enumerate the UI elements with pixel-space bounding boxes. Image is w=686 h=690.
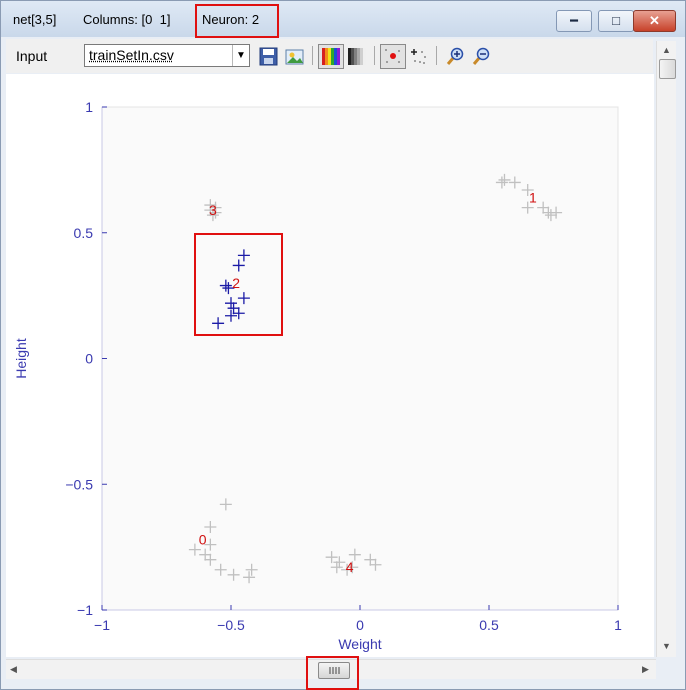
toolbar-separator [436,46,437,65]
selected-cluster-highlight [194,233,283,336]
show-points-icon [411,49,426,64]
y-tick-label: −1 [77,602,93,618]
plot-area[interactable]: −1 −0.5 0 0.5 1 −1 −0.5 0 0.5 1 Weight Height 0 1 2 3 4 [6,74,654,657]
file-select[interactable]: trainSetIn.csv ▼ [84,44,250,67]
app-window: net[3,5] Columns: [0 1] Neuron: 2 ━ □ ✕ … [0,0,686,690]
x-tick-label: −1 [94,617,110,633]
neuron-label-0: 0 [199,532,207,548]
maximize-icon: □ [612,13,620,28]
neuron-label-3: 3 [209,202,217,218]
scatter-chart: −1 −0.5 0 0.5 1−1−0.500.51WeightHeight01234 [13,99,622,652]
scroll-down-icon[interactable]: ▼ [662,641,671,651]
close-button[interactable]: ✕ [633,10,676,32]
scroll-up-icon[interactable]: ▲ [662,45,671,55]
open-image-icon [285,49,304,65]
columns-label: Columns: [0 1] [83,12,171,27]
chevron-down-icon[interactable]: ▼ [232,45,249,66]
show-neurons-icon [385,49,400,63]
show-points-button[interactable] [406,44,432,69]
y-axis-label: Height [13,338,29,379]
x-axis-label: Weight [338,636,381,652]
vertical-scrollbar[interactable]: ▲ ▼ [656,41,676,657]
y-tick-label: 0 [85,351,93,367]
file-select-value: trainSetIn.csv [89,47,174,63]
save-icon [259,47,278,66]
maximize-button[interactable]: □ [598,10,634,32]
neuron-label-1: 1 [529,190,537,206]
neuron-label-4: 4 [346,559,354,575]
save-button[interactable] [256,44,282,69]
color-palette-button[interactable] [318,44,344,69]
scroll-left-icon[interactable]: ◀ [10,664,17,675]
zoom-in-icon [446,47,464,65]
grayscale-palette-button[interactable] [344,44,370,69]
y-tick-label: −0.5 [65,476,93,492]
zoom-in-button[interactable] [442,44,468,69]
minimize-icon: ━ [570,13,578,28]
toolbar-separator [374,46,375,65]
x-tick-label: −0.5 [217,617,245,633]
zoom-out-button[interactable] [468,44,494,69]
toolbar-separator [312,46,313,65]
x-tick-label: 1 [614,617,622,633]
zoom-out-icon [472,47,490,65]
input-label: Input [16,48,48,64]
y-tick-label: 1 [85,99,93,115]
color-palette-icon [322,48,340,65]
show-neurons-button[interactable] [380,44,406,69]
minimize-button[interactable]: ━ [556,10,592,32]
close-icon: ✕ [649,13,660,28]
x-tick-label: 0.5 [479,617,499,633]
neuron-label-highlight [195,4,279,38]
scroll-right-icon[interactable]: ▶ [642,664,649,675]
scroll-thumb-highlight [306,656,359,690]
net-label: net[3,5] [13,12,57,27]
toolbar: Input trainSetIn.csv ▼ [6,39,653,73]
x-tick-label: 0 [356,617,364,633]
title-bar: net[3,5] Columns: [0 1] Neuron: 2 ━ □ ✕ [1,1,685,38]
grayscale-palette-icon [348,48,366,65]
plot-frame [101,106,619,611]
y-tick-label: 0.5 [74,225,94,241]
open-image-button[interactable] [282,44,308,69]
vertical-scroll-thumb[interactable] [659,59,676,79]
